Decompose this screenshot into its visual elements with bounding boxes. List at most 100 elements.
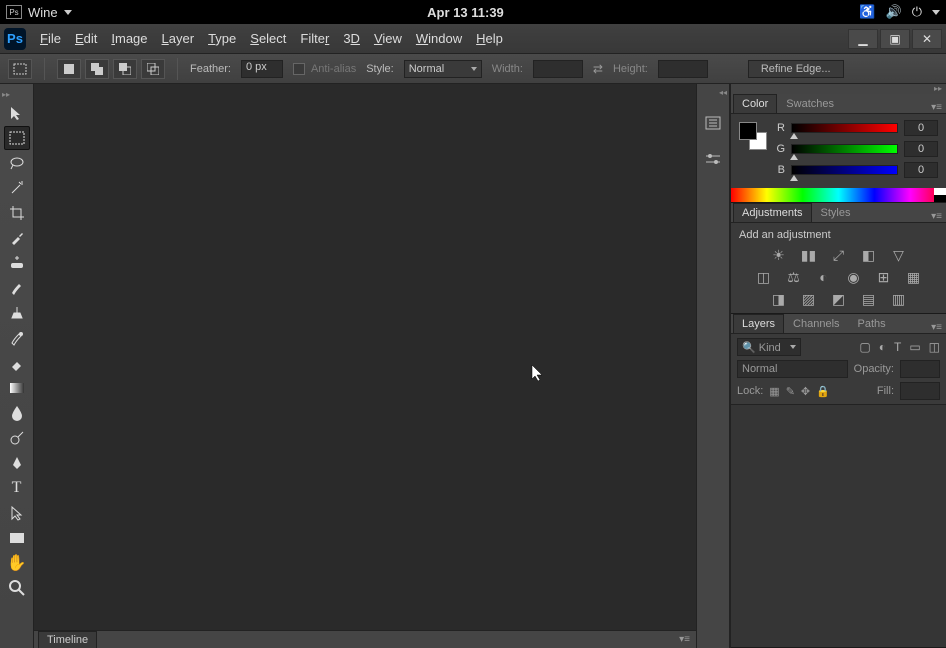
channel-mixer-icon[interactable]: ⊞: [875, 269, 893, 285]
menu-filter[interactable]: Filter: [300, 31, 329, 46]
os-app-menu[interactable]: Wine: [28, 5, 58, 20]
foreground-background-swatch[interactable]: [739, 122, 767, 150]
chevron-down-icon[interactable]: [64, 10, 72, 15]
panel-menu-icon[interactable]: ▾≡: [931, 211, 942, 222]
rectangular-marquee-tool[interactable]: [4, 126, 30, 150]
selective-color-icon[interactable]: ▥: [890, 291, 908, 307]
r-value-input[interactable]: 0: [904, 120, 938, 136]
b-slider[interactable]: [791, 165, 898, 175]
blur-tool[interactable]: [4, 401, 30, 425]
panel-grip-icon[interactable]: ◂◂: [697, 88, 729, 98]
black-white-icon[interactable]: ◐: [815, 269, 833, 285]
g-slider[interactable]: [791, 144, 898, 154]
tab-adjustments[interactable]: Adjustments: [733, 203, 812, 222]
history-panel-icon[interactable]: [701, 112, 725, 134]
threshold-icon[interactable]: ◩: [830, 291, 848, 307]
menu-file[interactable]: File: [40, 31, 61, 46]
photo-filter-icon[interactable]: ◉: [845, 269, 863, 285]
lasso-tool[interactable]: [4, 151, 30, 175]
panel-menu-icon[interactable]: ▾≡: [931, 102, 942, 113]
blend-mode-select[interactable]: Normal: [737, 360, 848, 378]
opacity-input[interactable]: [900, 360, 940, 378]
vibrance-icon[interactable]: ▽: [890, 247, 908, 263]
exposure-icon[interactable]: ◧: [860, 247, 878, 263]
filter-adjustment-icon[interactable]: ◐: [879, 340, 886, 354]
menu-help[interactable]: Help: [476, 31, 503, 46]
menu-3d[interactable]: 3D: [343, 31, 360, 46]
tool-preset-picker[interactable]: [8, 59, 32, 79]
filter-type-icon[interactable]: T: [894, 340, 901, 354]
style-select[interactable]: Normal: [404, 60, 482, 78]
volume-icon[interactable]: 🔊: [886, 4, 902, 20]
panel-grip-icon[interactable]: ▸▸: [0, 88, 33, 100]
filter-pixel-icon[interactable]: ▢: [859, 340, 870, 354]
window-minimize-button[interactable]: ▁: [848, 29, 878, 49]
selection-subtract-button[interactable]: [113, 59, 137, 79]
b-value-input[interactable]: 0: [904, 162, 938, 178]
menu-select[interactable]: Select: [250, 31, 286, 46]
properties-panel-icon[interactable]: [701, 148, 725, 170]
window-maximize-button[interactable]: ▣: [880, 29, 910, 49]
selection-add-button[interactable]: [85, 59, 109, 79]
brightness-contrast-icon[interactable]: ☀: [770, 247, 788, 263]
hand-tool[interactable]: ✋: [4, 551, 30, 575]
menu-image[interactable]: Image: [111, 31, 147, 46]
crop-tool[interactable]: [4, 201, 30, 225]
brush-tool[interactable]: [4, 276, 30, 300]
history-brush-tool[interactable]: [4, 326, 30, 350]
tab-styles[interactable]: Styles: [812, 203, 860, 222]
posterize-icon[interactable]: ▨: [800, 291, 818, 307]
gradient-map-icon[interactable]: ▤: [860, 291, 878, 307]
refine-edge-button[interactable]: Refine Edge...: [748, 60, 844, 78]
feather-input[interactable]: 0 px: [241, 60, 283, 78]
curves-icon[interactable]: ⤢: [830, 247, 848, 263]
g-value-input[interactable]: 0: [904, 141, 938, 157]
healing-brush-tool[interactable]: [4, 251, 30, 275]
menu-edit[interactable]: Edit: [75, 31, 97, 46]
menu-window[interactable]: Window: [416, 31, 462, 46]
window-close-button[interactable]: ✕: [912, 29, 942, 49]
layers-list[interactable]: [731, 405, 946, 647]
empty-canvas[interactable]: [34, 84, 696, 630]
lock-pixels-icon[interactable]: ✎: [786, 385, 795, 398]
lock-all-icon[interactable]: 🔒: [816, 385, 830, 398]
color-lookup-icon[interactable]: ▦: [905, 269, 923, 285]
lock-position-icon[interactable]: ✥: [801, 385, 810, 398]
selection-intersect-button[interactable]: [141, 59, 165, 79]
chevron-down-icon[interactable]: [932, 10, 940, 15]
menu-view[interactable]: View: [374, 31, 402, 46]
filter-smart-icon[interactable]: ◫: [929, 340, 940, 354]
clone-stamp-tool[interactable]: [4, 301, 30, 325]
type-tool[interactable]: T: [4, 476, 30, 500]
panel-menu-icon[interactable]: ▾≡: [679, 634, 690, 645]
r-slider[interactable]: [791, 123, 898, 133]
accessibility-icon[interactable]: ♿: [859, 4, 875, 20]
menu-layer[interactable]: Layer: [162, 31, 195, 46]
power-icon[interactable]: ⏻: [912, 4, 922, 20]
tab-layers[interactable]: Layers: [733, 314, 784, 333]
tab-color[interactable]: Color: [733, 94, 777, 113]
hue-saturation-icon[interactable]: ◫: [755, 269, 773, 285]
zoom-tool[interactable]: [4, 576, 30, 600]
panel-menu-icon[interactable]: ▾≡: [931, 322, 942, 333]
tab-channels[interactable]: Channels: [784, 314, 848, 333]
layer-filter-kind-select[interactable]: 🔍 Kind: [737, 338, 801, 356]
magic-wand-tool[interactable]: [4, 176, 30, 200]
move-tool[interactable]: [4, 101, 30, 125]
tab-paths[interactable]: Paths: [849, 314, 895, 333]
levels-icon[interactable]: ▮▮: [800, 247, 818, 263]
eraser-tool[interactable]: [4, 351, 30, 375]
tab-swatches[interactable]: Swatches: [777, 94, 843, 113]
dodge-tool[interactable]: [4, 426, 30, 450]
tab-timeline[interactable]: Timeline: [38, 631, 97, 648]
lock-transparency-icon[interactable]: ▦: [769, 385, 779, 398]
panel-grip-icon[interactable]: ▸▸: [731, 84, 946, 94]
rectangle-tool[interactable]: [4, 526, 30, 550]
pen-tool[interactable]: [4, 451, 30, 475]
gradient-tool[interactable]: [4, 376, 30, 400]
path-selection-tool[interactable]: [4, 501, 30, 525]
filter-shape-icon[interactable]: ▭: [909, 340, 920, 354]
color-balance-icon[interactable]: ⚖: [785, 269, 803, 285]
color-spectrum[interactable]: [731, 188, 946, 202]
selection-new-button[interactable]: [57, 59, 81, 79]
